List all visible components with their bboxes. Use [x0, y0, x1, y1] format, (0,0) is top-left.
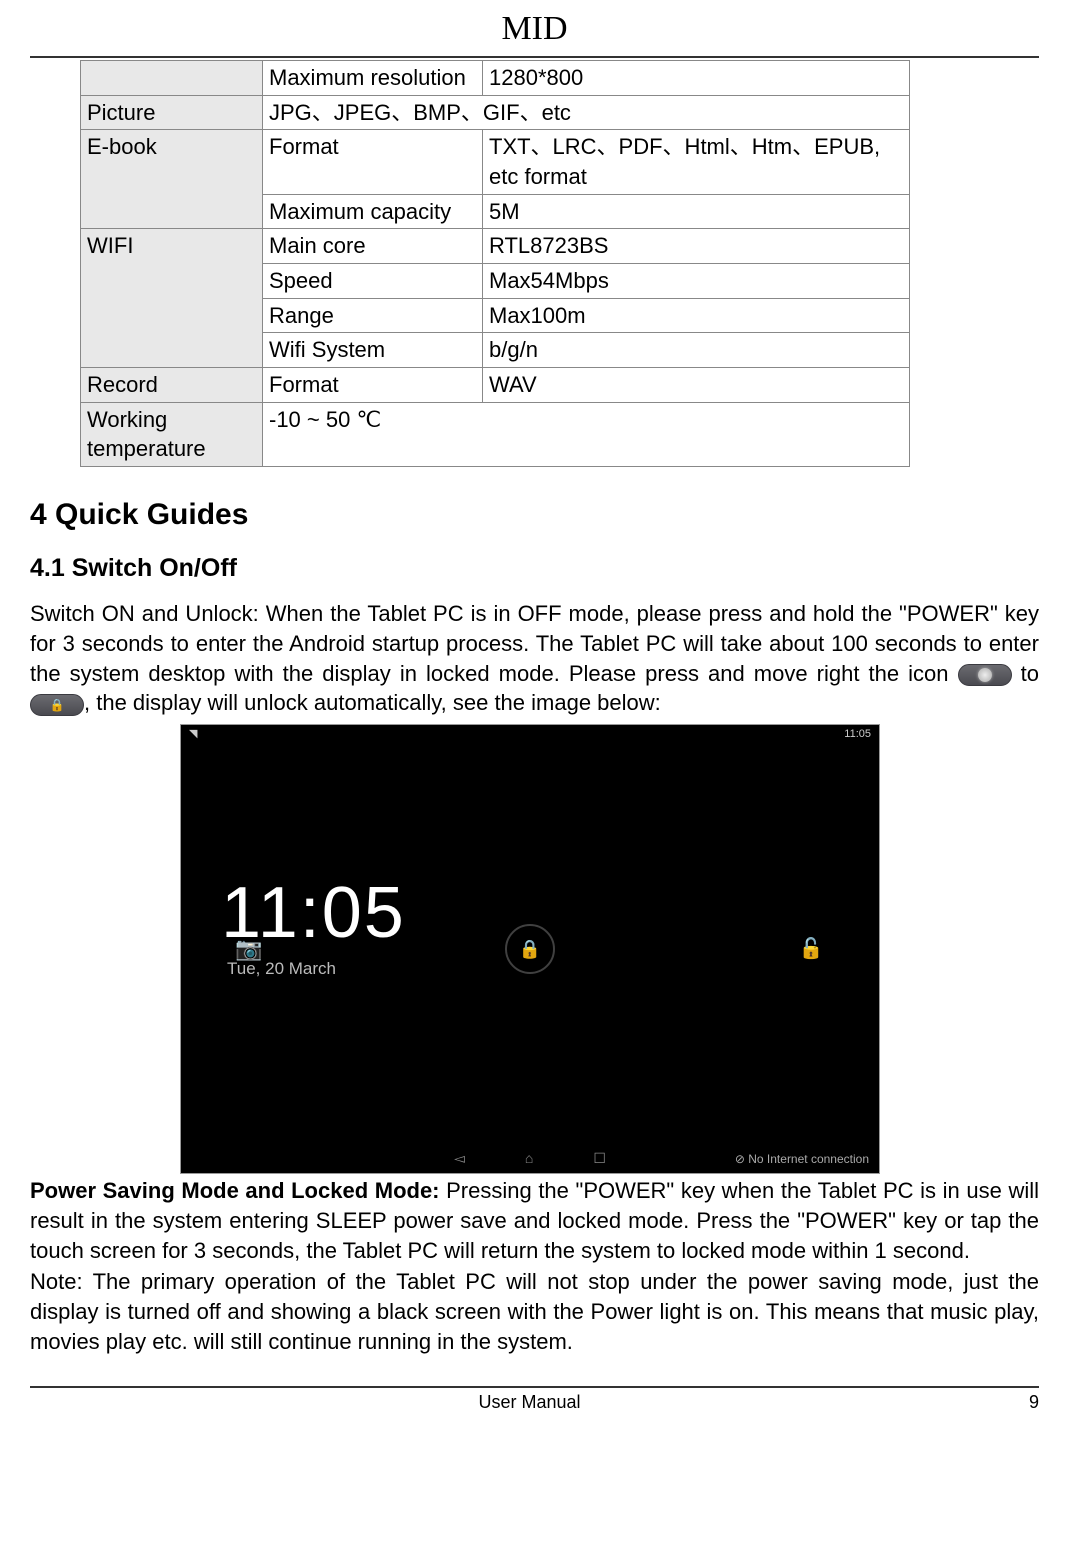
spec-table: Maximum resolution 1280*800 Picture JPG、… [80, 60, 910, 467]
network-icon: ⊘ [735, 1152, 748, 1166]
status-time: 11:05 [844, 727, 871, 742]
cell-val: Max54Mbps [483, 264, 910, 299]
section-heading: 4 Quick Guides [30, 495, 1039, 536]
lock-closed-icon: 🔒 [30, 694, 84, 716]
cell-val: RTL8723BS [483, 229, 910, 264]
network-text: No Internet connection [748, 1152, 869, 1166]
cell-val: TXT、LRC、PDF、Html、Htm、EPUB, etc format [483, 130, 910, 194]
table-row: E-book Format TXT、LRC、PDF、Html、Htm、EPUB,… [81, 130, 910, 194]
page-number: 9 [1029, 1390, 1039, 1414]
camera-icon[interactable]: 📷 [231, 931, 267, 967]
cell-sub: Wifi System [263, 333, 483, 368]
cell-sub: Speed [263, 264, 483, 299]
nav-recent-icon[interactable]: ☐ [593, 1149, 606, 1168]
cell-label: WIFI [81, 229, 263, 368]
body-paragraph: Power Saving Mode and Locked Mode: Press… [30, 1176, 1039, 1265]
status-icons-left: ◥ [189, 727, 197, 742]
body-paragraph: Note: The primary operation of the Table… [30, 1267, 1039, 1356]
text-run: , the display will unlock automatically,… [84, 690, 661, 715]
cell-label: Working temperature [81, 402, 263, 466]
status-bar: ◥ 11:05 [181, 725, 879, 743]
cell-val: -10 ~ 50 ℃ [263, 402, 910, 466]
text-run: to [1021, 661, 1039, 686]
cell-val: JPG、JPEG、BMP、GIF、etc [263, 95, 910, 130]
table-row: Working temperature -10 ~ 50 ℃ [81, 402, 910, 466]
lock-ring-icon [958, 664, 1012, 686]
cell-sub: Maximum capacity [263, 194, 483, 229]
lock-ring-icon[interactable]: 🔒 [505, 924, 555, 974]
lockscreen-screenshot: ◥ 11:05 11:05 Tue, 20 March 📷 🔒 🔓 ◅ ⌂ ☐ … [180, 724, 880, 1174]
network-message: ⊘ No Internet connection [735, 1151, 869, 1167]
table-row: WIFI Main core RTL8723BS [81, 229, 910, 264]
cell-label: E-book [81, 130, 263, 229]
table-row: Record Format WAV [81, 368, 910, 403]
table-row: Picture JPG、JPEG、BMP、GIF、etc [81, 95, 910, 130]
cell-sub: Format [263, 130, 483, 194]
cell-val: b/g/n [483, 333, 910, 368]
cell-sub: Main core [263, 229, 483, 264]
nav-back-icon[interactable]: ◅ [454, 1149, 465, 1168]
unlock-icon[interactable]: 🔓 [793, 931, 829, 967]
nav-home-icon[interactable]: ⌂ [525, 1149, 533, 1168]
doc-header-title: MID [30, 6, 1039, 52]
cell-val: WAV [483, 368, 910, 403]
footer-title: User Manual [30, 1390, 1029, 1414]
body-paragraph: Switch ON and Unlock: When the Tablet PC… [30, 599, 1039, 718]
subsection-heading: 4.1 Switch On/Off [30, 552, 1039, 586]
text-run: Switch ON and Unlock: When the Tablet PC… [30, 601, 1039, 685]
header-divider [30, 56, 1039, 58]
page-footer: User Manual 9 [30, 1388, 1039, 1424]
cell-label-blank [81, 60, 263, 95]
paragraph-lead: Power Saving Mode and Locked Mode: [30, 1178, 446, 1203]
cell-sub: Maximum resolution [263, 60, 483, 95]
cell-sub: Format [263, 368, 483, 403]
cell-sub: Range [263, 298, 483, 333]
cell-label: Record [81, 368, 263, 403]
cell-label: Picture [81, 95, 263, 130]
cell-val: 1280*800 [483, 60, 910, 95]
cell-val: 5M [483, 194, 910, 229]
table-row: Maximum resolution 1280*800 [81, 60, 910, 95]
cell-val: Max100m [483, 298, 910, 333]
